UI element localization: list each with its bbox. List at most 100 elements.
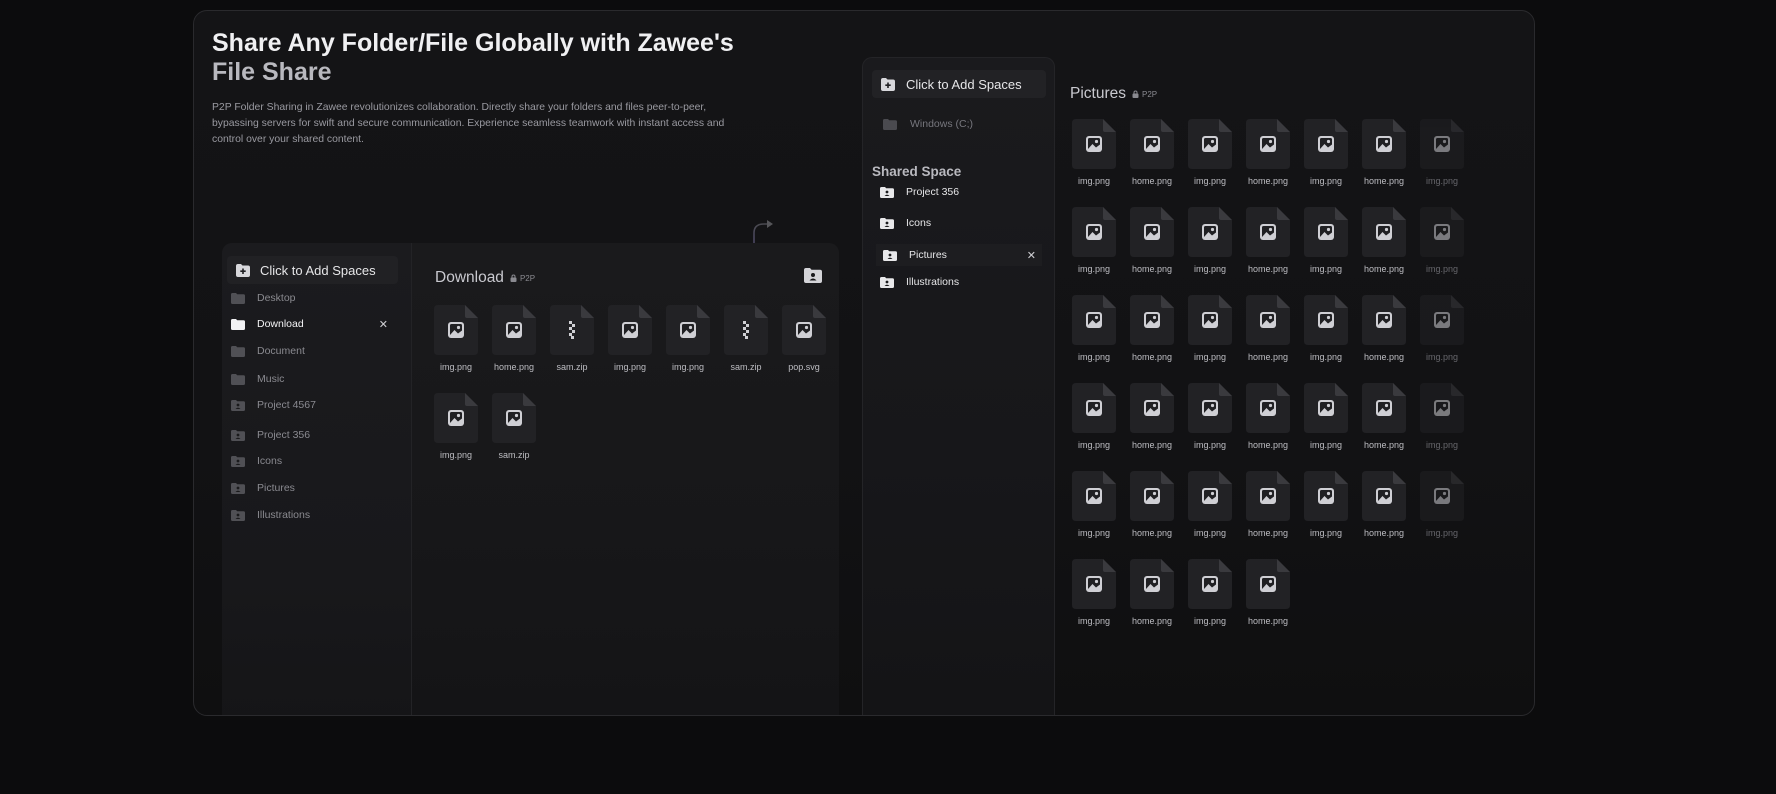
shared-space-item[interactable]: Icons <box>880 212 1050 234</box>
sidebar-item-windows-drive[interactable]: Windows (C;) <box>883 118 973 130</box>
image-file-icon <box>1246 119 1290 169</box>
image-file-icon <box>1246 383 1290 433</box>
add-spaces-button-right[interactable]: Click to Add Spaces <box>872 70 1046 98</box>
file-item[interactable]: img.png <box>1302 119 1350 186</box>
file-item[interactable]: home.png <box>1360 207 1408 274</box>
image-file-icon <box>1072 471 1116 521</box>
shared-space-item[interactable]: Illustrations <box>880 271 1050 293</box>
sidebar-item[interactable]: Illustrations <box>231 504 396 526</box>
file-item[interactable]: sam.zip <box>722 305 770 372</box>
sidebar-item-label: Windows (C;) <box>910 118 974 130</box>
image-file-icon <box>1072 295 1116 345</box>
file-name: img.png <box>1425 440 1459 450</box>
image-file-icon <box>1362 295 1406 345</box>
hero-title-muted: File Share <box>212 58 332 86</box>
image-file-icon <box>492 305 536 355</box>
file-item[interactable]: img.png <box>1070 207 1118 274</box>
p2p-badge-text-right: P2P <box>1142 89 1158 99</box>
file-item[interactable]: img.png <box>1186 471 1234 538</box>
file-item[interactable]: img.png <box>1418 383 1466 450</box>
file-item[interactable]: img.png <box>1302 383 1350 450</box>
add-spaces-button[interactable]: Click to Add Spaces <box>227 256 398 284</box>
file-item[interactable]: img.png <box>606 305 654 372</box>
file-item[interactable]: img.png <box>1070 383 1118 450</box>
file-item[interactable]: img.png <box>1418 119 1466 186</box>
file-item[interactable]: home.png <box>1360 119 1408 186</box>
file-item[interactable]: home.png <box>1360 295 1408 362</box>
shared-folder-icon <box>883 249 897 261</box>
file-name: home.png <box>1131 528 1173 538</box>
right-sidebar: Click to Add Spaces Windows (C;) Shared … <box>862 57 1055 715</box>
file-item[interactable]: sam.zip <box>490 393 538 460</box>
file-name: img.png <box>1193 352 1227 362</box>
image-file-icon <box>492 393 536 443</box>
p2p-badge-text: P2P <box>519 273 536 283</box>
file-name: home.png <box>1247 616 1289 626</box>
shared-folder-icon <box>231 455 245 467</box>
file-item[interactable]: img.png <box>1418 295 1466 362</box>
feature-card: Share Any Folder/File Globally with Zawe… <box>193 10 1535 716</box>
file-item[interactable]: home.png <box>1244 383 1292 450</box>
file-item[interactable]: img.png <box>432 393 480 460</box>
file-name: img.png <box>1077 264 1111 274</box>
image-file-icon <box>1362 383 1406 433</box>
file-item[interactable]: img.png <box>1070 559 1118 626</box>
file-item[interactable]: img.png <box>1302 295 1350 362</box>
close-icon[interactable]: ✕ <box>379 318 388 331</box>
file-item[interactable]: home.png <box>1128 119 1176 186</box>
file-item[interactable]: img.png <box>1186 383 1234 450</box>
sidebar-item[interactable]: Document <box>231 340 396 362</box>
sidebar-item[interactable]: Music <box>231 368 396 390</box>
file-item[interactable]: img.png <box>1186 295 1234 362</box>
file-item[interactable]: home.png <box>1128 559 1176 626</box>
image-file-icon <box>1246 295 1290 345</box>
image-file-icon <box>1420 207 1464 257</box>
file-item[interactable]: home.png <box>1360 383 1408 450</box>
shared-space-item[interactable]: Pictures ✕ <box>876 244 1042 266</box>
file-item[interactable]: img.png <box>1418 207 1466 274</box>
file-item[interactable]: img.png <box>1302 207 1350 274</box>
sidebar-item[interactable]: Desktop <box>231 287 396 309</box>
sidebar-item[interactable]: Project 356 <box>231 424 396 446</box>
sidebar-item-label: Desktop <box>257 292 296 304</box>
sidebar-item[interactable]: Download ✕ <box>231 313 396 335</box>
sidebar-item[interactable]: Icons <box>231 450 396 472</box>
file-item[interactable]: img.png <box>1186 559 1234 626</box>
shared-space-item[interactable]: Project 356 <box>880 181 1050 203</box>
file-item[interactable]: img.png <box>1070 295 1118 362</box>
file-item[interactable]: home.png <box>1244 119 1292 186</box>
file-item[interactable]: img.png <box>1070 471 1118 538</box>
close-icon[interactable]: ✕ <box>1027 249 1036 262</box>
file-item[interactable]: sam.zip <box>548 305 596 372</box>
file-item[interactable]: home.png <box>1128 295 1176 362</box>
sidebar-item[interactable]: Project 4567 <box>231 394 396 416</box>
file-item[interactable]: img.png <box>1186 207 1234 274</box>
file-item[interactable]: home.png <box>1128 471 1176 538</box>
shared-folder-icon[interactable] <box>804 268 822 283</box>
file-item[interactable]: pop.svg <box>780 305 828 372</box>
file-name: home.png <box>1131 264 1173 274</box>
file-item[interactable]: img.png <box>664 305 712 372</box>
file-name: img.png <box>671 362 705 372</box>
file-item[interactable]: home.png <box>1244 207 1292 274</box>
file-item[interactable]: home.png <box>1128 383 1176 450</box>
image-file-icon <box>1188 119 1232 169</box>
file-item[interactable]: home.png <box>1244 295 1292 362</box>
file-item[interactable]: img.png <box>1302 471 1350 538</box>
image-file-icon <box>1246 207 1290 257</box>
folder-title-text-right: Pictures <box>1070 85 1126 102</box>
sidebar-item[interactable]: Pictures <box>231 477 396 499</box>
file-item[interactable]: home.png <box>1244 471 1292 538</box>
file-item[interactable]: img.png <box>432 305 480 372</box>
file-item[interactable]: home.png <box>1128 207 1176 274</box>
file-item[interactable]: img.png <box>1070 119 1118 186</box>
file-item[interactable]: img.png <box>1186 119 1234 186</box>
file-item[interactable]: home.png <box>490 305 538 372</box>
image-file-icon <box>1420 119 1464 169</box>
file-name: img.png <box>1077 528 1111 538</box>
image-file-icon <box>1130 471 1174 521</box>
file-item[interactable]: home.png <box>1360 471 1408 538</box>
image-file-icon <box>1362 471 1406 521</box>
file-item[interactable]: img.png <box>1418 471 1466 538</box>
file-item[interactable]: home.png <box>1244 559 1292 626</box>
